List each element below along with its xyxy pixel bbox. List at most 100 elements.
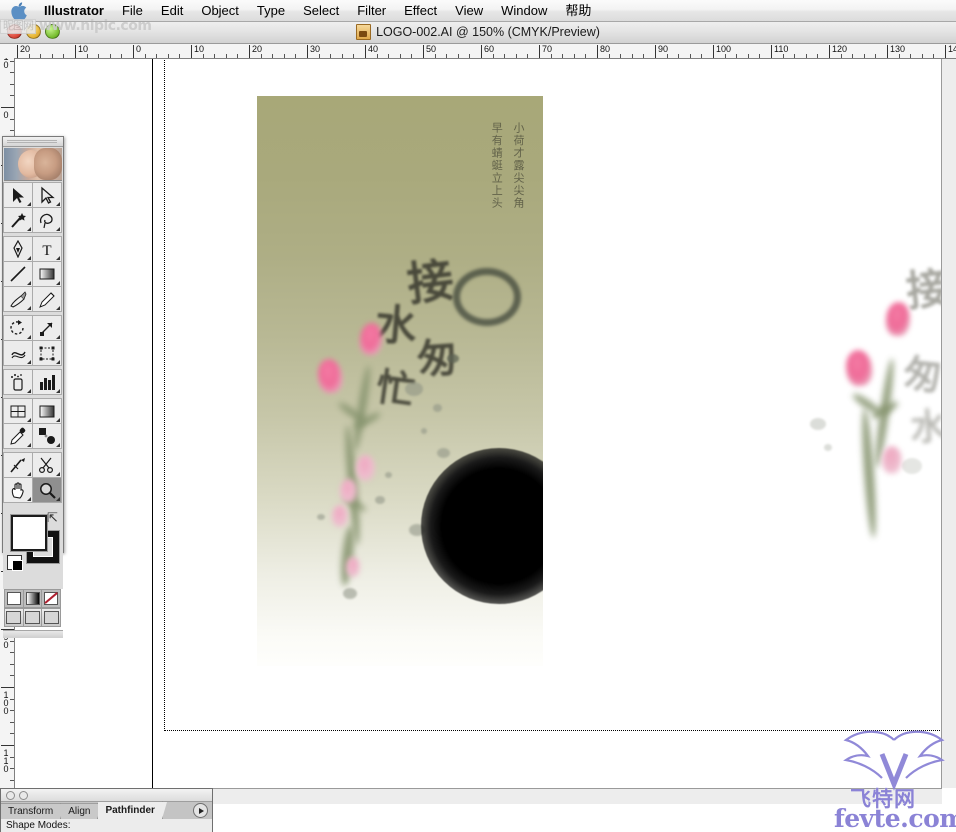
selection-tool[interactable] bbox=[3, 182, 33, 208]
tab-align[interactable]: Align bbox=[61, 803, 103, 819]
scale-tool[interactable] bbox=[32, 315, 62, 341]
ruler-minor-tick bbox=[840, 54, 842, 58]
menu-help[interactable]: 帮助 bbox=[556, 1, 600, 20]
symbol-sprayer-tool[interactable] bbox=[3, 369, 33, 395]
blend-tool[interactable] bbox=[32, 423, 62, 449]
ruler-label: 20 bbox=[252, 44, 263, 54]
ink-splatter bbox=[421, 428, 427, 434]
ruler-origin-corner[interactable] bbox=[0, 44, 15, 59]
column-graph-tool[interactable] bbox=[32, 369, 62, 395]
ruler-minor-tick bbox=[10, 130, 14, 132]
pen-tool[interactable] bbox=[3, 236, 33, 262]
ruler-minor-tick bbox=[10, 733, 14, 735]
pencil-tool[interactable] bbox=[32, 286, 62, 312]
fill-mode-row bbox=[3, 589, 63, 608]
line-segment-tool[interactable] bbox=[3, 261, 33, 287]
none-fill-mode-button[interactable] bbox=[41, 589, 62, 608]
warp-tool[interactable] bbox=[3, 340, 33, 366]
screen-mode-row bbox=[3, 608, 63, 627]
flower-group-copy bbox=[820, 278, 956, 578]
tab-pathfinder[interactable]: Pathfinder bbox=[98, 801, 168, 819]
ruler-tick bbox=[887, 45, 888, 58]
palette-collapse-button[interactable] bbox=[19, 791, 28, 800]
vertical-scrollbar[interactable] bbox=[941, 58, 956, 788]
type-tool[interactable]: T bbox=[32, 236, 62, 262]
magic-wand-tool[interactable] bbox=[3, 207, 33, 233]
ruler-minor-tick bbox=[817, 54, 819, 58]
slice-tool[interactable] bbox=[3, 452, 33, 478]
direct-selection-tool[interactable] bbox=[32, 182, 62, 208]
rectangle-tool[interactable] bbox=[32, 261, 62, 287]
apple-logo-icon[interactable] bbox=[9, 1, 31, 20]
ruler-label: 110 bbox=[3, 748, 9, 774]
flower-bud bbox=[340, 479, 357, 503]
ruler-label: 40 bbox=[368, 44, 379, 54]
tools-palette-footer bbox=[3, 630, 63, 638]
zoom-tool[interactable] bbox=[32, 477, 62, 503]
tab-transform[interactable]: Transform bbox=[1, 803, 66, 819]
ruler-minor-tick bbox=[272, 54, 274, 58]
free-transform-tool[interactable] bbox=[32, 340, 62, 366]
menu-object[interactable]: Object bbox=[192, 1, 248, 20]
tools-palette-grip[interactable] bbox=[3, 137, 63, 147]
ruler-minor-tick bbox=[620, 54, 622, 58]
tools-palette[interactable]: T ⇱ bbox=[2, 136, 64, 638]
menu-filter[interactable]: Filter bbox=[348, 1, 395, 20]
pathfinder-palette[interactable]: Transform Align Pathfinder Shape Modes: bbox=[0, 788, 213, 832]
palette-window-controls bbox=[6, 791, 28, 800]
ruler-minor-tick bbox=[98, 54, 100, 58]
document-canvas[interactable]: 小荷才露尖尖角 早有蜻蜓立上头 接 水 匆 忙 接 匆 水 bbox=[14, 58, 956, 788]
ruler-minor-tick bbox=[666, 54, 668, 58]
palette-menu-arrow-icon[interactable] bbox=[193, 803, 208, 818]
svg-text:T: T bbox=[42, 243, 51, 258]
menu-file[interactable]: File bbox=[113, 1, 152, 20]
ruler-tick bbox=[945, 45, 946, 58]
tools-grid: T bbox=[3, 182, 63, 507]
swap-fill-stroke-icon[interactable]: ⇱ bbox=[47, 511, 61, 525]
paintbrush-tool[interactable] bbox=[3, 286, 33, 312]
menu-effect[interactable]: Effect bbox=[395, 1, 446, 20]
horizontal-ruler[interactable]: 2010010203040506070809010011012013014015… bbox=[14, 44, 956, 59]
full-screen-mode-button[interactable] bbox=[41, 608, 62, 627]
palette-close-button[interactable] bbox=[6, 791, 15, 800]
hand-tool[interactable] bbox=[3, 477, 33, 503]
ruler-minor-tick bbox=[10, 721, 14, 723]
menu-view[interactable]: View bbox=[446, 1, 492, 20]
gradient-tool[interactable] bbox=[32, 398, 62, 424]
full-screen-menubar-mode-button[interactable] bbox=[22, 608, 43, 627]
menu-select[interactable]: Select bbox=[294, 1, 348, 20]
rotate-tool[interactable] bbox=[3, 315, 33, 341]
ruler-tick bbox=[1, 107, 14, 108]
ruler-minor-tick bbox=[898, 54, 900, 58]
menu-edit[interactable]: Edit bbox=[152, 1, 192, 20]
ink-splatter bbox=[317, 514, 325, 520]
standard-screen-mode-button[interactable] bbox=[4, 608, 24, 627]
ruler-minor-tick bbox=[631, 54, 633, 58]
artwork-copy[interactable]: 接 匆 水 bbox=[794, 248, 956, 648]
T-icon: T bbox=[42, 243, 51, 258]
ruler-tick bbox=[539, 45, 540, 58]
ruler-minor-tick bbox=[156, 54, 158, 58]
artwork-main[interactable]: 小荷才露尖尖角 早有蜻蜓立上头 接 水 匆 忙 bbox=[257, 96, 543, 666]
ruler-minor-tick bbox=[515, 54, 517, 58]
color-controls: ⇱ bbox=[3, 511, 63, 589]
eyedropper-tool[interactable] bbox=[3, 423, 33, 449]
color-fill-mode-button[interactable] bbox=[4, 589, 24, 608]
menu-type[interactable]: Type bbox=[248, 1, 294, 20]
fill-color-swatch[interactable] bbox=[11, 515, 47, 551]
flower-bud bbox=[844, 348, 874, 388]
menu-illustrator[interactable]: Illustrator bbox=[35, 1, 113, 20]
ruler-label: 50 bbox=[426, 44, 437, 54]
gradient-fill-mode-button[interactable] bbox=[22, 589, 43, 608]
default-fill-stroke-icon[interactable] bbox=[7, 555, 23, 571]
menu-window[interactable]: Window bbox=[492, 1, 556, 20]
poem-line-1: 小荷才露尖尖角 bbox=[512, 122, 525, 210]
lasso-tool[interactable] bbox=[32, 207, 62, 233]
warp-icon bbox=[11, 351, 26, 359]
mesh-tool[interactable] bbox=[3, 398, 33, 424]
ruler-label: 140 bbox=[948, 44, 956, 54]
ruler-minor-tick bbox=[469, 54, 471, 58]
pencil-icon bbox=[39, 292, 55, 308]
line-icon bbox=[10, 266, 26, 282]
scissors-tool[interactable] bbox=[32, 452, 62, 478]
